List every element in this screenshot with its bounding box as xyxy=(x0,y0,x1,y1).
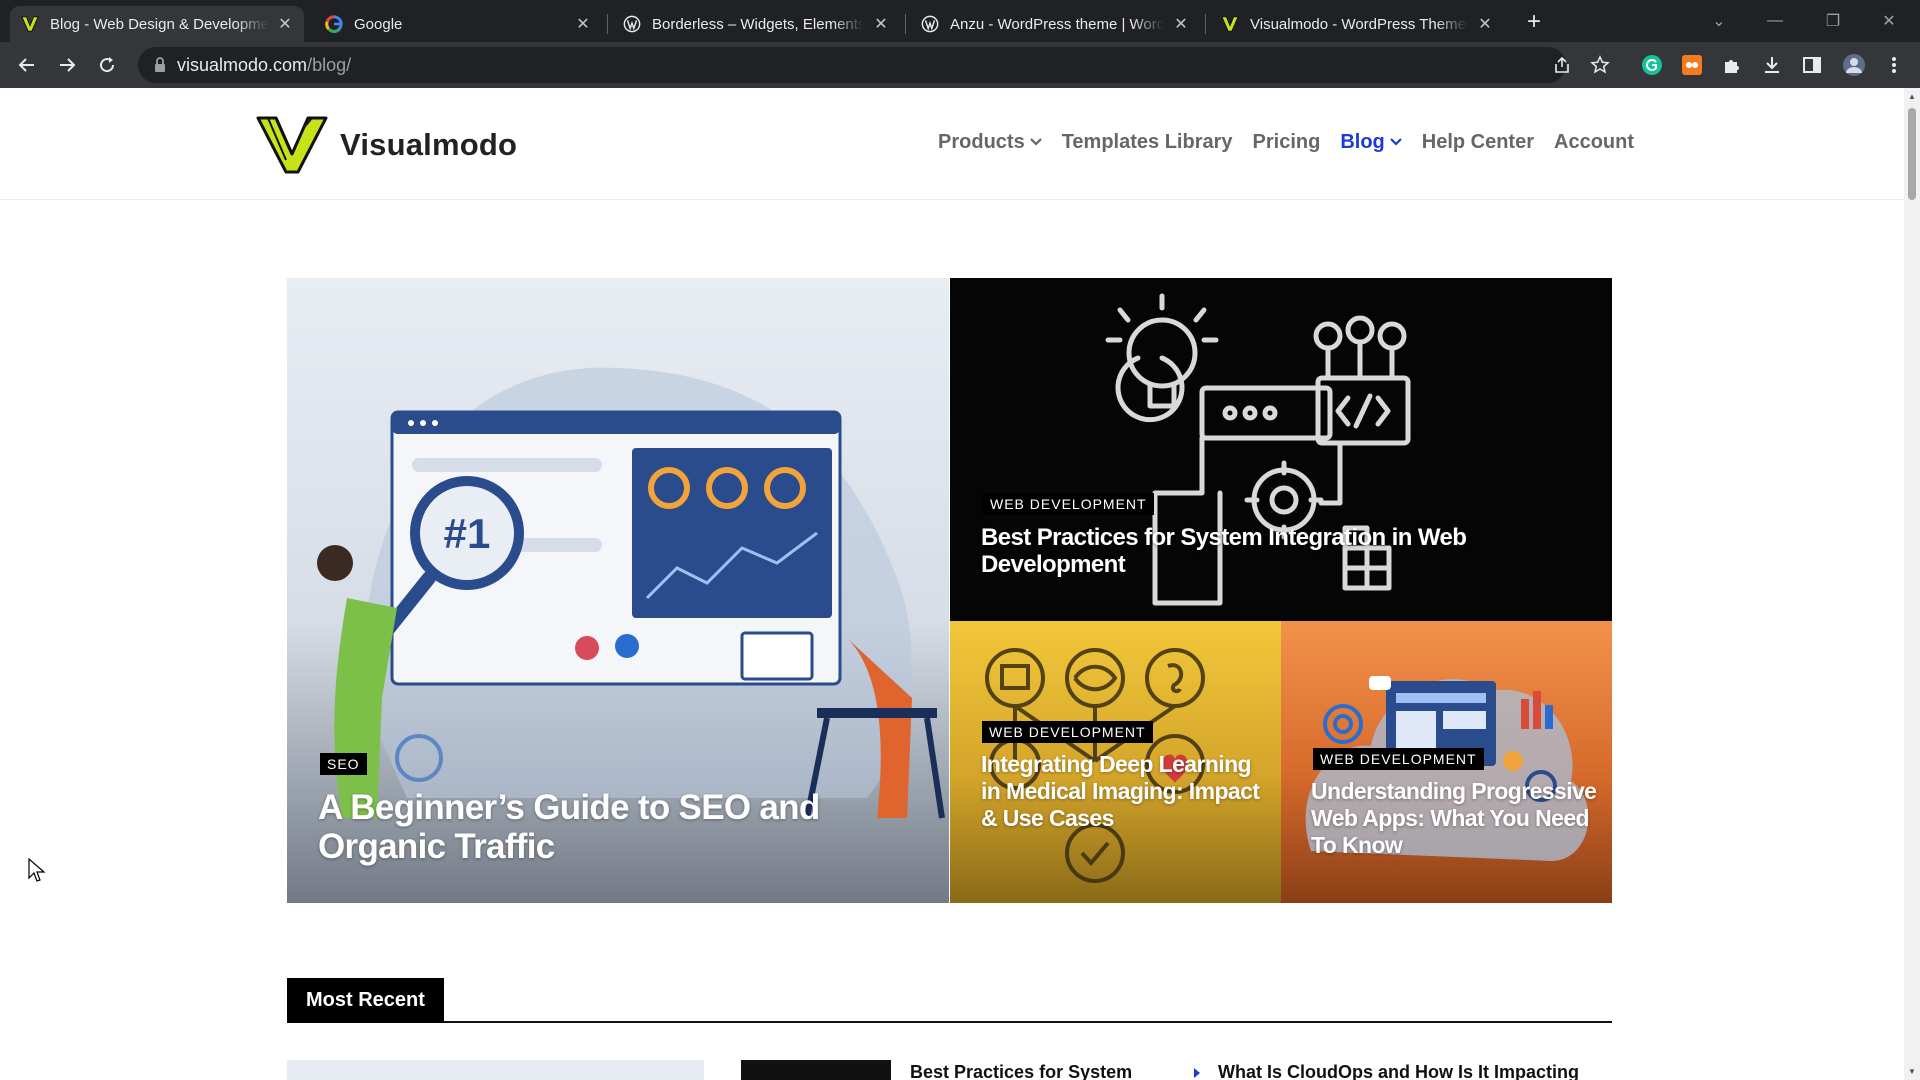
mouse-cursor-icon xyxy=(28,858,46,882)
close-window-icon[interactable]: ✕ xyxy=(1866,0,1912,42)
tab-anzu[interactable]: Anzu - WordPress theme | WordP ✕ xyxy=(910,6,1200,42)
logo-text: Visualmodo xyxy=(340,127,518,162)
forward-icon[interactable] xyxy=(52,50,82,80)
tab-divider xyxy=(1205,14,1206,34)
visualmodo-icon xyxy=(1220,14,1240,34)
chevron-down-icon xyxy=(1389,136,1402,150)
wordpress-icon xyxy=(920,14,940,34)
featured-post-medical-imaging[interactable]: WEB DEVELOPMENT Integrating Deep Learnin… xyxy=(950,621,1281,903)
post-category-badge[interactable]: SEO xyxy=(320,753,367,775)
nav-label: Account xyxy=(1554,131,1634,153)
tab-visualmodo-themes[interactable]: Visualmodo - WordPress Themes ✕ xyxy=(1210,6,1504,42)
close-tab-icon[interactable]: ✕ xyxy=(872,15,890,33)
tab-title: Visualmodo - WordPress Themes xyxy=(1250,15,1468,33)
featured-posts-grid: #1 SEO A Beginner’s Guide to SEO and Org… xyxy=(287,278,1612,903)
tab-divider xyxy=(607,14,608,34)
post-title[interactable]: Best Practices for System Integration in… xyxy=(981,524,1541,578)
scroll-down-icon[interactable]: ▼ xyxy=(1908,1067,1916,1076)
post-title[interactable]: Understanding Progressive Web Apps: What… xyxy=(1311,778,1601,859)
url-path: /blog/ xyxy=(307,55,352,75)
tab-title: Anzu - WordPress theme | WordP xyxy=(950,15,1164,33)
nav-help-center[interactable]: Help Center xyxy=(1422,131,1534,154)
visualmodo-icon xyxy=(20,14,40,34)
close-tab-icon[interactable]: ✕ xyxy=(1476,15,1494,33)
nav-account[interactable]: Account xyxy=(1554,131,1634,154)
minimize-icon[interactable]: — xyxy=(1752,0,1798,42)
extension-orange-icon[interactable] xyxy=(1678,51,1706,79)
google-icon xyxy=(324,14,344,34)
close-tab-icon[interactable]: ✕ xyxy=(1172,15,1190,33)
main-nav: Products Templates Library Pricing Blog … xyxy=(918,131,1634,154)
extensions-puzzle-icon[interactable] xyxy=(1718,51,1746,79)
arrow-bullet-icon xyxy=(1194,1068,1200,1078)
tab-title: Blog - Web Design & Development xyxy=(50,15,268,33)
scroll-up-icon[interactable]: ▲ xyxy=(1908,92,1916,101)
tab-google[interactable]: Google ✕ xyxy=(314,6,602,42)
bookmark-star-icon[interactable] xyxy=(1586,51,1614,79)
url-text: visualmodo.com/blog/ xyxy=(177,55,351,76)
lock-icon xyxy=(155,57,165,72)
post-title[interactable]: Integrating Deep Learning in Medical Ima… xyxy=(981,751,1261,832)
web-page: Visualmodo Products Templates Library Pr… xyxy=(0,88,1904,1080)
download-icon[interactable] xyxy=(1758,51,1786,79)
visualmodo-logo-icon xyxy=(256,116,328,174)
nav-label: Templates Library xyxy=(1061,131,1233,153)
browser-tab-strip: Blog - Web Design & Development ✕ Google… xyxy=(0,0,1920,42)
tab-divider xyxy=(905,14,906,34)
back-icon[interactable] xyxy=(12,50,42,80)
close-tab-icon[interactable]: ✕ xyxy=(574,15,592,33)
tab-blog[interactable]: Blog - Web Design & Development ✕ xyxy=(10,6,304,42)
tab-search-icon[interactable]: ⌄ xyxy=(1696,0,1742,42)
page-scrollbar[interactable]: ▲ ▼ xyxy=(1904,88,1920,1080)
featured-post-seo[interactable]: #1 SEO A Beginner’s Guide to SEO and Org… xyxy=(287,278,949,903)
recent-post-thumbnail[interactable] xyxy=(741,1060,891,1080)
address-bar[interactable]: visualmodo.com/blog/ xyxy=(138,47,1610,83)
recent-post-thumbnail[interactable] xyxy=(287,1060,704,1080)
nav-label: Pricing xyxy=(1252,131,1321,153)
new-tab-button[interactable]: + xyxy=(1520,8,1548,36)
share-icon[interactable] xyxy=(1548,51,1576,79)
tab-title: Borderless – Widgets, Elements, T xyxy=(652,15,864,33)
nav-templates-library[interactable]: Templates Library xyxy=(1062,131,1233,154)
post-title[interactable]: A Beginner’s Guide to SEO and Organic Tr… xyxy=(318,788,928,866)
nav-pricing[interactable]: Pricing xyxy=(1253,131,1321,154)
post-category-badge[interactable]: WEB DEVELOPMENT xyxy=(983,493,1154,515)
nav-label: Products xyxy=(938,131,1025,153)
tab-title: Google xyxy=(354,15,403,33)
svg-text:#1: #1 xyxy=(444,510,491,557)
post-category-badge[interactable]: WEB DEVELOPMENT xyxy=(982,721,1153,743)
post-category-badge[interactable]: WEB DEVELOPMENT xyxy=(1313,748,1484,770)
featured-post-pwa[interactable]: WEB DEVELOPMENT Understanding Progressiv… xyxy=(1281,621,1612,903)
reload-icon[interactable] xyxy=(92,50,122,80)
restore-icon[interactable]: ❐ xyxy=(1810,0,1856,42)
browser-toolbar: visualmodo.com/blog/ xyxy=(0,42,1920,88)
most-recent-header: Most Recent xyxy=(287,978,1612,1023)
nav-label: Blog xyxy=(1340,131,1385,153)
chevron-down-icon xyxy=(1029,136,1042,150)
recent-post-title[interactable]: Best Practices for System xyxy=(910,1062,1132,1080)
site-header: Visualmodo Products Templates Library Pr… xyxy=(0,88,1904,200)
nav-products[interactable]: Products xyxy=(938,131,1042,154)
wordpress-icon xyxy=(622,14,642,34)
site-logo[interactable]: Visualmodo xyxy=(256,114,517,176)
featured-post-system-integration[interactable]: WEB DEVELOPMENT Best Practices for Syste… xyxy=(950,278,1612,621)
scrollbar-thumb[interactable] xyxy=(1908,108,1916,200)
most-recent-label: Most Recent xyxy=(287,978,444,1023)
profile-avatar[interactable] xyxy=(1840,51,1868,79)
nav-label: Help Center xyxy=(1421,131,1534,153)
tab-borderless[interactable]: Borderless – Widgets, Elements, T ✕ xyxy=(612,6,900,42)
side-panel-icon[interactable] xyxy=(1798,51,1826,79)
browser-menu-icon[interactable] xyxy=(1880,51,1908,79)
grammarly-icon[interactable] xyxy=(1638,51,1666,79)
close-tab-icon[interactable]: ✕ xyxy=(276,15,294,33)
nav-blog[interactable]: Blog xyxy=(1340,131,1402,154)
recent-post-title[interactable]: What Is CloudOps and How Is It Impacting xyxy=(1218,1062,1579,1080)
url-host: visualmodo.com xyxy=(177,55,308,75)
